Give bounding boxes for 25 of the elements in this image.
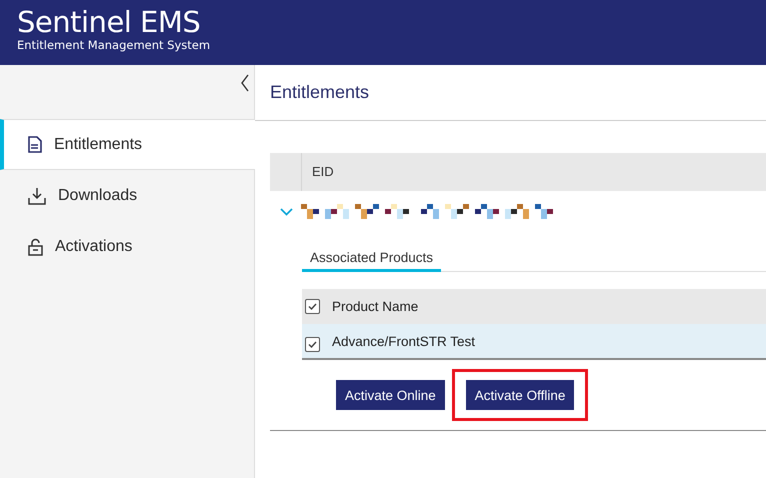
activate-button[interactable]: Activate Offline (466, 380, 574, 410)
activate-button[interactable]: Activate Online (336, 380, 445, 410)
sidebar-item-label: Entitlements (54, 136, 142, 154)
sidebar-item-label: Activations (55, 238, 132, 256)
checkbox[interactable] (305, 336, 320, 352)
download-icon (28, 186, 46, 204)
brand-subtitle: Entitlement Management System (17, 38, 212, 52)
sidebar-item[interactable]: Activations (0, 221, 254, 272)
sidebar-item-label: Downloads (58, 186, 138, 204)
checkmark-icon (308, 303, 317, 310)
sidebar-item[interactable]: Entitlements (0, 119, 255, 170)
chevron-icon[interactable] (280, 208, 293, 216)
brand-title: Sentinel EMS (17, 6, 202, 38)
collapse-button[interactable] (240, 73, 250, 93)
page-title: Entitlements (255, 65, 766, 121)
unlock-icon (28, 238, 43, 256)
document-icon (28, 136, 42, 153)
table-cell: Advance/FrontSTR Test (332, 334, 476, 348)
tab[interactable]: Associated Products (302, 248, 442, 272)
sidebar-item[interactable]: Downloads (0, 170, 254, 221)
checkmark-icon (308, 340, 317, 348)
product-row[interactable]: Advance/FrontSTR Test (302, 324, 766, 360)
column-header: EID (311, 163, 334, 181)
checkbox[interactable] (305, 299, 320, 314)
column-header: Product Name (332, 299, 418, 314)
